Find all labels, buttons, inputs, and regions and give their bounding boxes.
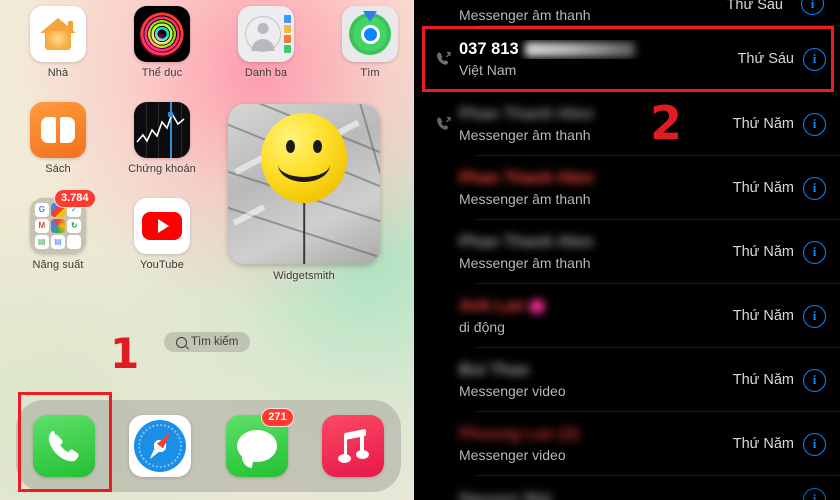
messages-dock-slot[interactable]: 271 bbox=[225, 408, 294, 477]
stocks-app-icon[interactable] bbox=[134, 102, 190, 158]
call-day: Thứ Năm bbox=[732, 308, 794, 324]
info-icon[interactable]: i bbox=[803, 368, 826, 392]
app-chung-khoan[interactable]: Chứng khoán bbox=[110, 102, 214, 175]
app-label: YouTube bbox=[140, 259, 184, 271]
home-app-icon[interactable] bbox=[30, 6, 86, 62]
call-day: Thứ Năm bbox=[732, 244, 794, 260]
app-tim[interactable]: Tìm bbox=[318, 6, 417, 79]
info-icon[interactable]: i bbox=[803, 240, 826, 264]
widget-label: Widgetsmith bbox=[273, 270, 335, 282]
emoji-blur bbox=[529, 300, 544, 314]
call-day: Thứ Năm bbox=[732, 116, 794, 132]
iphone-home-screen: Nhà Thể dục Danh bạ Tìm Sách Chứng khoán… bbox=[0, 0, 417, 500]
books-app-icon[interactable] bbox=[30, 102, 86, 158]
annotation-box-1 bbox=[18, 392, 112, 492]
app-label: Danh bạ bbox=[244, 67, 288, 79]
call-row[interactable]: Bui Thao Messenger video Thứ Năm i bbox=[417, 348, 840, 412]
call-row[interactable]: Phan Thanh Hien Messenger âm thanh Thứ N… bbox=[417, 92, 840, 156]
widget-widgetsmith[interactable]: Widgetsmith bbox=[228, 104, 380, 282]
app-sach[interactable]: Sách bbox=[6, 102, 110, 175]
call-subtitle: di động bbox=[459, 319, 505, 335]
call-subtitle: Messenger âm thanh bbox=[459, 127, 591, 143]
call-subtitle: Messenger video bbox=[459, 447, 566, 463]
app-label: Chứng khoán bbox=[128, 163, 196, 175]
call-row[interactable]: Anh Lan di động Thứ Năm i bbox=[417, 284, 840, 348]
call-name: Phan Thanh Hien bbox=[459, 233, 594, 251]
call-subtitle: Messenger âm thanh bbox=[459, 255, 591, 271]
search-icon bbox=[176, 336, 187, 348]
call-name: Nguyen Mai bbox=[459, 489, 552, 500]
music-app-icon[interactable] bbox=[321, 415, 384, 477]
call-subtitle: Messenger video bbox=[459, 383, 566, 399]
info-icon[interactable]: i bbox=[803, 112, 826, 136]
tutorial-screenshot: Nhà Thể dục Danh bạ Tìm Sách Chứng khoán… bbox=[0, 0, 840, 500]
call-day: Thứ Năm bbox=[732, 180, 794, 196]
call-name: Phan Thanh Hien bbox=[459, 169, 594, 187]
call-row[interactable]: Phan Thanh Hien Messenger âm thanh Thứ N… bbox=[417, 220, 840, 284]
folder-badge: 3.784 bbox=[54, 189, 96, 208]
app-label: Tìm bbox=[360, 67, 380, 79]
app-label: Thể dục bbox=[141, 67, 183, 79]
annotation-number-1: 1 bbox=[110, 329, 140, 378]
app-danh-ba[interactable]: Danh bạ bbox=[214, 6, 318, 79]
info-icon[interactable]: i bbox=[803, 304, 826, 328]
annotation-number-2: 2 bbox=[650, 96, 683, 150]
find-my-app-icon[interactable] bbox=[342, 6, 398, 62]
app-label: Năng suất bbox=[32, 259, 84, 271]
call-name: Anh Lan bbox=[459, 297, 733, 316]
contacts-app-icon[interactable] bbox=[238, 6, 294, 62]
info-icon[interactable]: i bbox=[803, 176, 826, 200]
call-day: Thứ Năm bbox=[732, 372, 794, 388]
recents-call-list: Messenger âm thanh Thứ Sáu i 037 813 Việ… bbox=[417, 0, 840, 500]
app-label: Nhà bbox=[47, 67, 69, 79]
info-icon[interactable]: i bbox=[803, 432, 826, 456]
call-name: Phuong Lan (2) bbox=[459, 425, 580, 443]
app-label: Sách bbox=[45, 163, 71, 175]
call-subtitle: Messenger âm thanh bbox=[459, 191, 591, 207]
annotation-box-2 bbox=[422, 26, 834, 92]
fitness-app-icon[interactable] bbox=[134, 6, 190, 62]
call-row[interactable]: Phuong Lan (2) Messenger video Thứ Năm i bbox=[417, 412, 840, 476]
outgoing-call-icon bbox=[429, 115, 459, 134]
info-icon[interactable]: i bbox=[803, 487, 826, 500]
safari-app-icon[interactable] bbox=[129, 415, 192, 477]
call-row[interactable]: Nguyen Mai i bbox=[417, 476, 840, 500]
call-name: Phan Thanh Hien bbox=[459, 105, 594, 123]
photo-widget-balloon[interactable] bbox=[228, 104, 380, 264]
call-row[interactable]: Messenger âm thanh Thứ Sáu i bbox=[417, 0, 840, 26]
call-day: Thứ Sáu bbox=[726, 0, 783, 13]
search-label: Tìm kiếm bbox=[191, 336, 239, 348]
youtube-app-icon[interactable] bbox=[134, 198, 190, 254]
call-row[interactable]: Phan Thanh Hien Messenger âm thanh Thứ N… bbox=[417, 156, 840, 220]
app-nha[interactable]: Nhà bbox=[6, 6, 110, 79]
search-pill[interactable]: Tìm kiếm bbox=[164, 332, 251, 352]
app-nang-suat[interactable]: 3.784 G ✓ M ↻ ▤ ▤ Năng suất bbox=[6, 189, 110, 271]
panel-divider bbox=[414, 0, 417, 500]
messages-badge: 271 bbox=[261, 408, 294, 427]
app-youtube[interactable]: YouTube bbox=[110, 198, 214, 271]
call-day: Thứ Năm bbox=[732, 436, 794, 452]
call-name: Bui Thao bbox=[459, 361, 530, 379]
app-the-duc[interactable]: Thể dục bbox=[110, 6, 214, 79]
